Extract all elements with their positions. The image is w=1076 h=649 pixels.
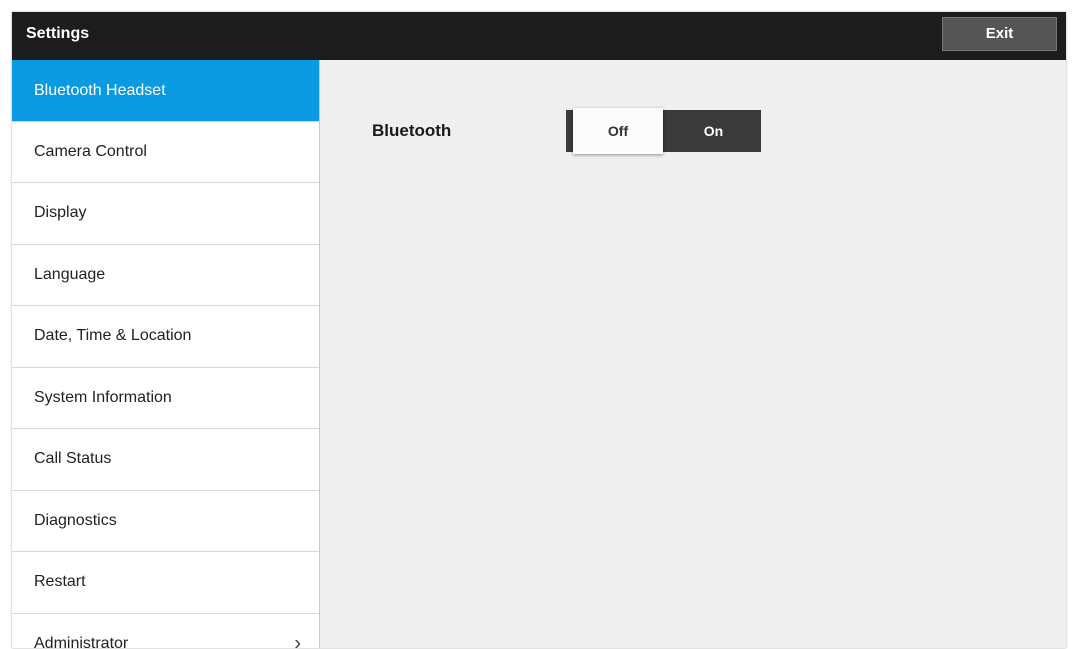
settings-window: Settings Exit Bluetooth Headset Camera C… [12,12,1066,648]
sidebar-item-label: Diagnostics [34,511,117,529]
sidebar-item-display[interactable]: Display [12,183,319,245]
sidebar-item-camera-control[interactable]: Camera Control [12,122,319,183]
sidebar-item-system-information[interactable]: System Information [12,368,319,429]
title-bar: Settings Exit [12,12,1066,60]
sidebar-item-label: Date, Time & Location [34,327,192,345]
sidebar-item-label: Restart [34,573,86,591]
sidebar-item-label: Display [34,204,87,222]
sidebar-item-administrator[interactable]: Administrator › [12,614,319,648]
chevron-right-icon: › [294,632,301,648]
sidebar-item-restart[interactable]: Restart [12,552,319,614]
toggle-off-option[interactable]: Off [573,108,663,154]
settings-content: Bluetooth Off On [320,60,1066,648]
window-title: Settings [26,25,90,42]
sidebar-item-date-time-location[interactable]: Date, Time & Location [12,306,319,368]
toggle-on-option[interactable]: On [666,110,761,152]
sidebar-item-call-status[interactable]: Call Status [12,429,319,491]
sidebar-item-label: Camera Control [34,142,147,160]
sidebar-item-diagnostics[interactable]: Diagnostics [12,491,319,552]
sidebar-item-label: Bluetooth Headset [34,82,166,99]
bluetooth-setting-label: Bluetooth [372,121,452,140]
sidebar-item-label: Language [34,265,106,283]
sidebar-item-label: System Information [34,388,172,406]
sidebar-item-language[interactable]: Language [12,245,319,306]
exit-button[interactable]: Exit [942,17,1057,51]
sidebar-item-bluetooth-headset[interactable]: Bluetooth Headset [12,60,319,122]
settings-sidebar: Bluetooth Headset Camera Control Display… [12,60,320,648]
sidebar-item-label: Call Status [34,450,112,468]
bluetooth-toggle[interactable]: Off On [566,108,761,154]
sidebar-item-label: Administrator [34,634,129,648]
